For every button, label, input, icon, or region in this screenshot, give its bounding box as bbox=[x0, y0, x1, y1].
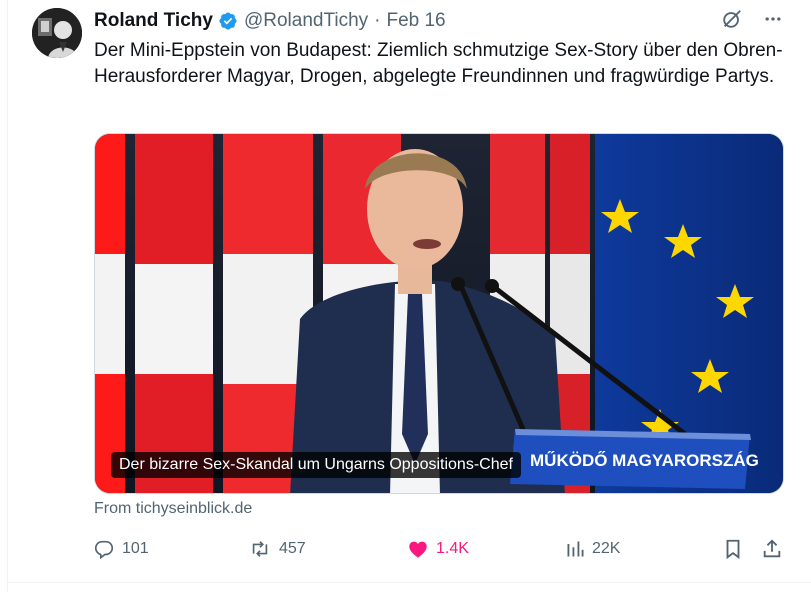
heart-icon bbox=[407, 538, 429, 560]
repost-button[interactable]: 457 bbox=[248, 538, 306, 560]
podium-text: MŰKÖDŐ MAGYARORSZÁG bbox=[530, 451, 759, 470]
card-caption[interactable]: Der bizarre Sex-Skandal um Ungarns Oppos… bbox=[111, 452, 521, 478]
card-photo: MŰKÖDŐ MAGYARORSZÁG bbox=[95, 134, 783, 493]
reply-button[interactable]: 101 bbox=[93, 538, 149, 560]
author-name[interactable]: Roland Tichy bbox=[94, 10, 213, 32]
reply-icon bbox=[93, 538, 115, 560]
tweet-action-bar: 101 457 1.4K 22K bbox=[93, 538, 788, 564]
views-count: 22K bbox=[592, 540, 621, 557]
tweet-text: Der Mini-Eppstein von Budapest: Ziemlich… bbox=[94, 40, 783, 87]
tweet-top-actions bbox=[721, 8, 783, 35]
grok-icon[interactable] bbox=[721, 8, 743, 35]
share-icon bbox=[761, 538, 783, 560]
views-icon bbox=[565, 538, 585, 560]
bookmark-button[interactable] bbox=[722, 538, 744, 560]
tweet-header: Roland Tichy @RolandTichy · Feb 16 bbox=[94, 9, 446, 33]
bookmark-icon bbox=[722, 538, 744, 560]
repost-icon bbox=[248, 538, 272, 560]
repost-count: 457 bbox=[279, 540, 306, 557]
tweet-bottom-border bbox=[7, 582, 811, 583]
tweet-date[interactable]: Feb 16 bbox=[386, 10, 445, 32]
more-icon[interactable] bbox=[763, 9, 783, 34]
tweet-left-border bbox=[7, 0, 8, 592]
separator-dot: · bbox=[374, 10, 381, 31]
reply-count: 101 bbox=[122, 540, 149, 557]
views-button[interactable]: 22K bbox=[565, 538, 620, 560]
like-count: 1.4K bbox=[436, 540, 469, 557]
like-button[interactable]: 1.4K bbox=[407, 538, 469, 560]
verified-badge-icon[interactable] bbox=[218, 11, 238, 31]
link-card-image[interactable]: MŰKÖDŐ MAGYARORSZÁG Der bizarre Sex-Skan… bbox=[94, 133, 784, 494]
avatar[interactable] bbox=[32, 8, 82, 58]
card-source[interactable]: From tichyseinblick.de bbox=[94, 500, 252, 518]
author-handle[interactable]: @RolandTichy bbox=[244, 10, 368, 32]
share-button[interactable] bbox=[761, 538, 783, 560]
